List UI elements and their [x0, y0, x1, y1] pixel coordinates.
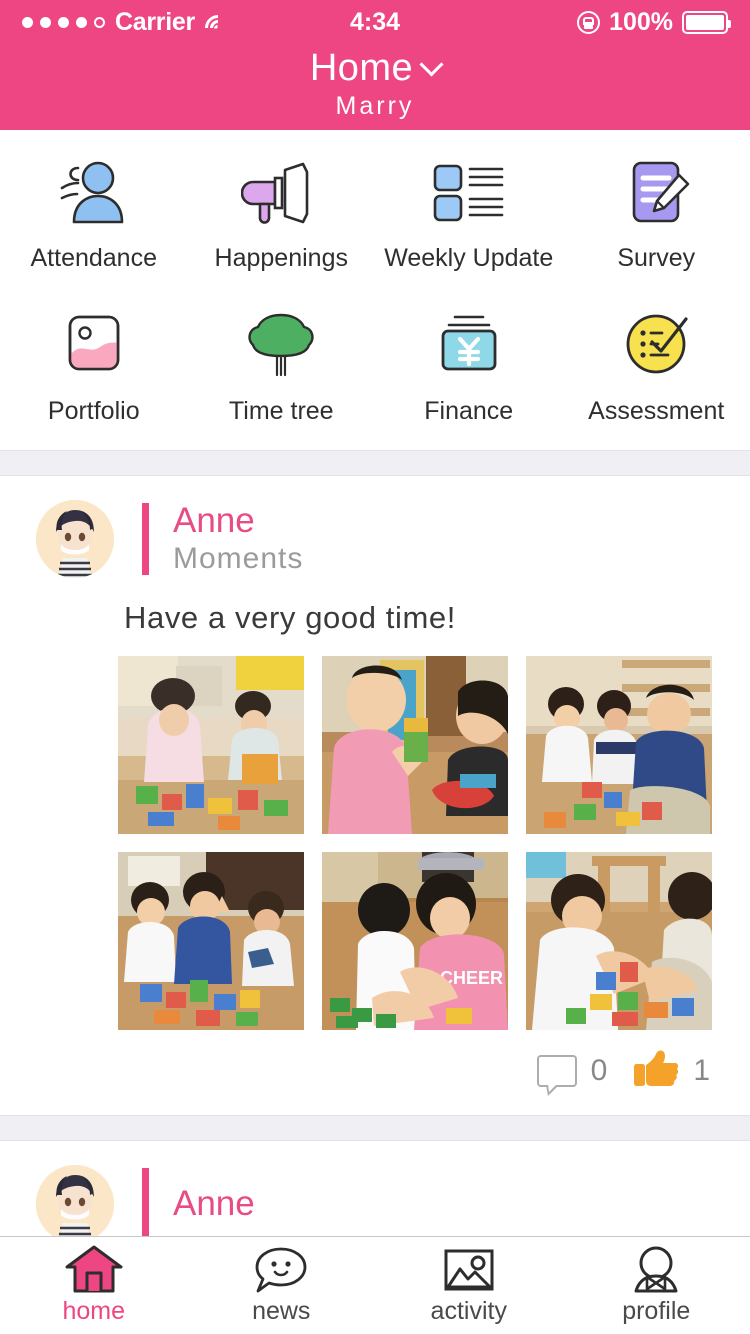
tab-label: profile	[622, 1297, 691, 1325]
shortcut-label: Weekly Update	[384, 244, 554, 272]
battery-full-icon	[682, 10, 732, 34]
shortcut-finance[interactable]: Finance	[375, 309, 563, 426]
shortcut-happenings[interactable]: Happenings	[188, 156, 376, 273]
comment-button[interactable]: 0	[536, 1053, 608, 1096]
carrier-label: Carrier	[115, 7, 195, 36]
section-divider-2	[0, 1115, 750, 1141]
post-photo[interactable]	[118, 656, 304, 834]
document-pencil-icon	[616, 156, 696, 230]
status-bar: Carrier 4:34 100%	[0, 0, 750, 46]
post-header: Anne	[0, 1165, 750, 1243]
post-photo[interactable]	[526, 656, 712, 834]
shortcut-assessment[interactable]: Assessment	[563, 309, 750, 426]
shortcut-attendance[interactable]: Attendance	[0, 156, 188, 273]
tab-profile[interactable]: profile	[563, 1237, 750, 1334]
status-bar-time: 4:34	[349, 7, 401, 36]
page-title: Home	[309, 47, 414, 89]
thumbs-up-icon	[633, 1048, 679, 1093]
wifi-icon	[199, 9, 237, 46]
home-icon	[63, 1245, 125, 1293]
rotation-lock-icon	[577, 10, 601, 34]
comment-bubble-icon	[536, 1054, 577, 1096]
shortcut-label: Attendance	[30, 244, 158, 272]
yen-card-icon	[429, 309, 509, 383]
shortcut-grid: Attendance Happenings Weekly Update Surv…	[0, 130, 750, 450]
megaphone-icon	[241, 156, 321, 230]
chevron-down-icon[interactable]	[419, 51, 444, 77]
shortcut-row-1: Attendance Happenings Weekly Update Surv…	[0, 156, 750, 273]
post-actions: 0 1	[0, 1030, 750, 1115]
post-photo[interactable]	[526, 852, 712, 1030]
smiley-chat-icon	[252, 1245, 310, 1293]
nav-header: Home Marry	[0, 44, 750, 130]
tab-activity[interactable]: activity	[375, 1237, 563, 1334]
person-attendance-icon	[54, 156, 134, 230]
checklist-circle-icon	[616, 309, 696, 383]
post-photo[interactable]	[118, 852, 304, 1030]
feed-post[interactable]: Anne	[0, 1141, 750, 1243]
status-bar-left: Carrier	[22, 7, 350, 46]
home-dropdown-button[interactable]: Home	[309, 47, 444, 90]
battery-percent-label: 100%	[609, 7, 674, 36]
shortcut-label: Portfolio	[47, 397, 140, 425]
tab-label: activity	[430, 1297, 507, 1325]
shortcut-row-2: Portfolio Time tree Finance Assessment	[0, 309, 750, 426]
shortcut-label: Survey	[617, 244, 696, 272]
avatar-anime-boy[interactable]	[36, 500, 114, 578]
status-bar-right: 100%	[400, 7, 732, 37]
section-divider	[0, 450, 750, 476]
like-count: 1	[693, 1053, 710, 1087]
shortcut-label: Happenings	[214, 244, 348, 272]
post-text: Have a very good time!	[124, 600, 456, 635]
shortcut-portfolio[interactable]: Portfolio	[0, 309, 188, 426]
tree-icon	[241, 309, 321, 383]
comment-count: 0	[590, 1053, 608, 1087]
shortcut-label: Assessment	[588, 397, 725, 425]
accent-bar	[142, 1168, 149, 1240]
shortcut-label: Time tree	[228, 397, 334, 425]
post-author-block: Anne	[173, 1184, 255, 1223]
list-squares-icon	[429, 156, 509, 230]
tab-label: news	[252, 1297, 311, 1325]
image-icon	[441, 1245, 497, 1293]
post-author[interactable]: Anne	[173, 1184, 255, 1223]
post-subtitle: Moments	[173, 541, 304, 575]
post-photo-grid: CHEER	[0, 636, 750, 1030]
post-photo[interactable]: CHEER	[322, 852, 508, 1030]
post-header: Anne Moments	[0, 500, 750, 578]
accent-bar	[142, 503, 149, 575]
tab-label: home	[62, 1297, 126, 1325]
shortcut-weekly-update[interactable]: Weekly Update	[375, 156, 563, 273]
post-author-block: Anne Moments	[173, 501, 303, 576]
shortcut-label: Finance	[424, 397, 514, 425]
app-root: Carrier 4:34 100% Home Marry Attendance …	[0, 0, 750, 1334]
nav-subtitle: Marry	[335, 92, 415, 120]
photo-frame-icon	[54, 309, 134, 383]
bottom-tab-bar: home news activity profile	[0, 1236, 750, 1334]
signal-strength-icon	[22, 16, 105, 28]
shortcut-time-tree[interactable]: Time tree	[188, 309, 376, 426]
post-photo[interactable]	[322, 656, 508, 834]
grid-row-gap	[0, 273, 750, 309]
person-bowtie-icon	[628, 1245, 684, 1293]
like-button[interactable]: 1	[633, 1048, 710, 1093]
tab-home[interactable]: home	[0, 1237, 188, 1334]
tab-news[interactable]: news	[188, 1237, 376, 1334]
post-author[interactable]: Anne	[173, 501, 303, 540]
shortcut-survey[interactable]: Survey	[563, 156, 750, 273]
avatar-anime-boy[interactable]	[36, 1165, 114, 1243]
feed-post[interactable]: Anne Moments Have a very good time! CHEE…	[0, 476, 750, 1115]
